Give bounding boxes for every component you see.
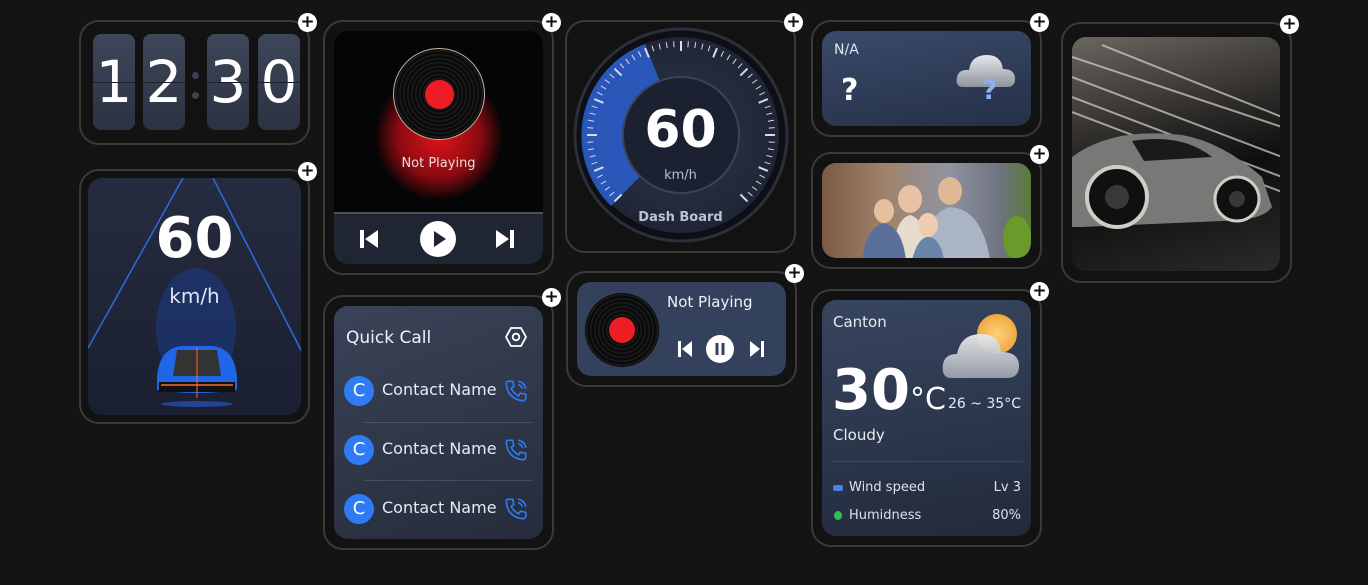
contact-name: Contact Name — [382, 498, 497, 517]
car-photo-widget[interactable]: + — [1061, 15, 1299, 283]
previous-icon[interactable] — [677, 340, 693, 358]
dashboard-speed-value: 60 — [644, 100, 717, 160]
speed-unit: km/h — [169, 284, 220, 308]
dashboard-widget[interactable]: + 60 km/h Dash Board — [565, 13, 803, 253]
divider — [830, 461, 1023, 462]
family-photo — [822, 163, 1031, 258]
record-label — [425, 80, 454, 109]
photo-widget[interactable]: + — [811, 145, 1049, 269]
next-icon[interactable] — [749, 340, 765, 358]
clock-digit: 3 — [207, 34, 249, 130]
speed-panel: 60 km/h — [88, 178, 301, 415]
unknown-weather-cloud-icon: ? — [956, 55, 1015, 103]
clock-digit: 1 — [93, 34, 135, 130]
weather-widget[interactable]: + Canton 30°C 26 ~ 35°C Cloudy Wind spee… — [811, 282, 1049, 547]
weather-city: Canton — [833, 313, 887, 331]
speed-widget[interactable]: + 60 km/h — [79, 162, 317, 424]
quick-call-widget[interactable]: + Quick Call C Contact Name C Contact Na… — [323, 288, 561, 550]
weather-na-temp: ? — [841, 73, 859, 108]
add-widget-button[interactable]: + — [1030, 282, 1049, 301]
next-icon[interactable] — [494, 228, 516, 250]
car-rear-icon — [157, 346, 237, 407]
add-widget-button[interactable]: + — [298, 162, 317, 181]
add-widget-button[interactable]: + — [298, 13, 317, 32]
phone-call-icon[interactable] — [503, 378, 529, 404]
weather-detail-value: 80% — [992, 508, 1021, 523]
clock-colon-dot — [192, 72, 199, 79]
clock-colon-dot — [192, 92, 199, 99]
music-controls-bar — [334, 212, 543, 264]
sports-car-image — [1072, 44, 1280, 229]
car-photo — [1072, 37, 1280, 271]
contact-avatar: C — [344, 494, 374, 524]
add-widget-button[interactable]: + — [542, 288, 561, 307]
weather-detail-label: Wind speed — [849, 480, 926, 495]
vinyl-record-icon — [393, 48, 485, 140]
weather-detail-label: Humidness — [849, 508, 922, 523]
contact-row[interactable]: C Contact Name — [344, 362, 533, 420]
weather-na-panel: N/A ? ? — [822, 31, 1031, 126]
weather-unavailable-widget[interactable]: + N/A ? ? — [811, 13, 1049, 137]
partly-cloudy-icon — [942, 314, 1019, 378]
contact-name: Contact Name — [382, 380, 497, 399]
weather-detail-row: Humidness 80% — [833, 508, 1021, 526]
clock-digit: 0 — [258, 34, 300, 130]
clock-widget[interactable]: + 1 2 3 0 — [79, 13, 317, 145]
weather-temp-unit: °C — [909, 382, 946, 417]
speed-value: 60 — [155, 206, 234, 271]
mini-music-player-widget[interactable]: + Not Playing — [566, 264, 804, 387]
weather-temp-value: 30 — [832, 358, 910, 423]
weather-range: 26 ~ 35°C — [947, 396, 1021, 412]
family-photo-image — [862, 177, 1031, 258]
music-panel: Not Playing — [334, 31, 543, 264]
contact-avatar: C — [344, 435, 374, 465]
play-button[interactable] — [419, 220, 457, 258]
record-label — [609, 317, 635, 343]
vinyl-record-icon — [585, 293, 659, 367]
weather-detail-value: Lv 3 — [993, 480, 1021, 495]
add-widget-button[interactable]: + — [1030, 145, 1049, 164]
add-widget-button[interactable]: + — [1280, 15, 1299, 34]
add-widget-button[interactable]: + — [542, 13, 561, 32]
weather-temp: 30°C — [832, 358, 946, 423]
humidity-icon — [834, 511, 842, 520]
mini-music-status: Not Playing — [667, 293, 753, 311]
music-status: Not Playing — [401, 156, 476, 171]
wind-icon — [833, 484, 843, 491]
weather-detail-row: Wind speed Lv 3 — [833, 480, 1021, 498]
music-player-widget[interactable]: + Not Playing — [323, 13, 561, 275]
settings-hexagon-icon[interactable] — [505, 326, 527, 348]
contact-name: Contact Name — [382, 439, 497, 458]
add-widget-button[interactable]: + — [785, 264, 804, 283]
phone-call-icon[interactable] — [503, 437, 529, 463]
phone-call-icon[interactable] — [503, 496, 529, 522]
dashboard-speed-unit: km/h — [664, 168, 697, 183]
previous-icon[interactable] — [358, 228, 380, 250]
add-widget-button[interactable]: + — [1030, 13, 1049, 32]
pause-button[interactable] — [706, 335, 734, 363]
weather-panel: Canton 30°C 26 ~ 35°C Cloudy Wind speed … — [822, 300, 1031, 536]
contact-avatar: C — [344, 376, 374, 406]
mini-music-panel: Not Playing — [577, 282, 786, 376]
add-widget-button[interactable]: + — [784, 13, 803, 32]
weather-na-city: N/A — [834, 42, 859, 58]
dashboard-label: Dash Board — [638, 210, 723, 225]
contact-row[interactable]: C Contact Name — [344, 480, 533, 538]
weather-condition: Cloudy — [833, 426, 885, 444]
svg-text:?: ? — [982, 76, 997, 103]
quick-call-panel: Quick Call C Contact Name C Contact Name… — [334, 306, 543, 539]
quick-call-title: Quick Call — [346, 328, 432, 348]
clock-digit: 2 — [143, 34, 185, 130]
contact-row[interactable]: C Contact Name — [344, 421, 533, 479]
